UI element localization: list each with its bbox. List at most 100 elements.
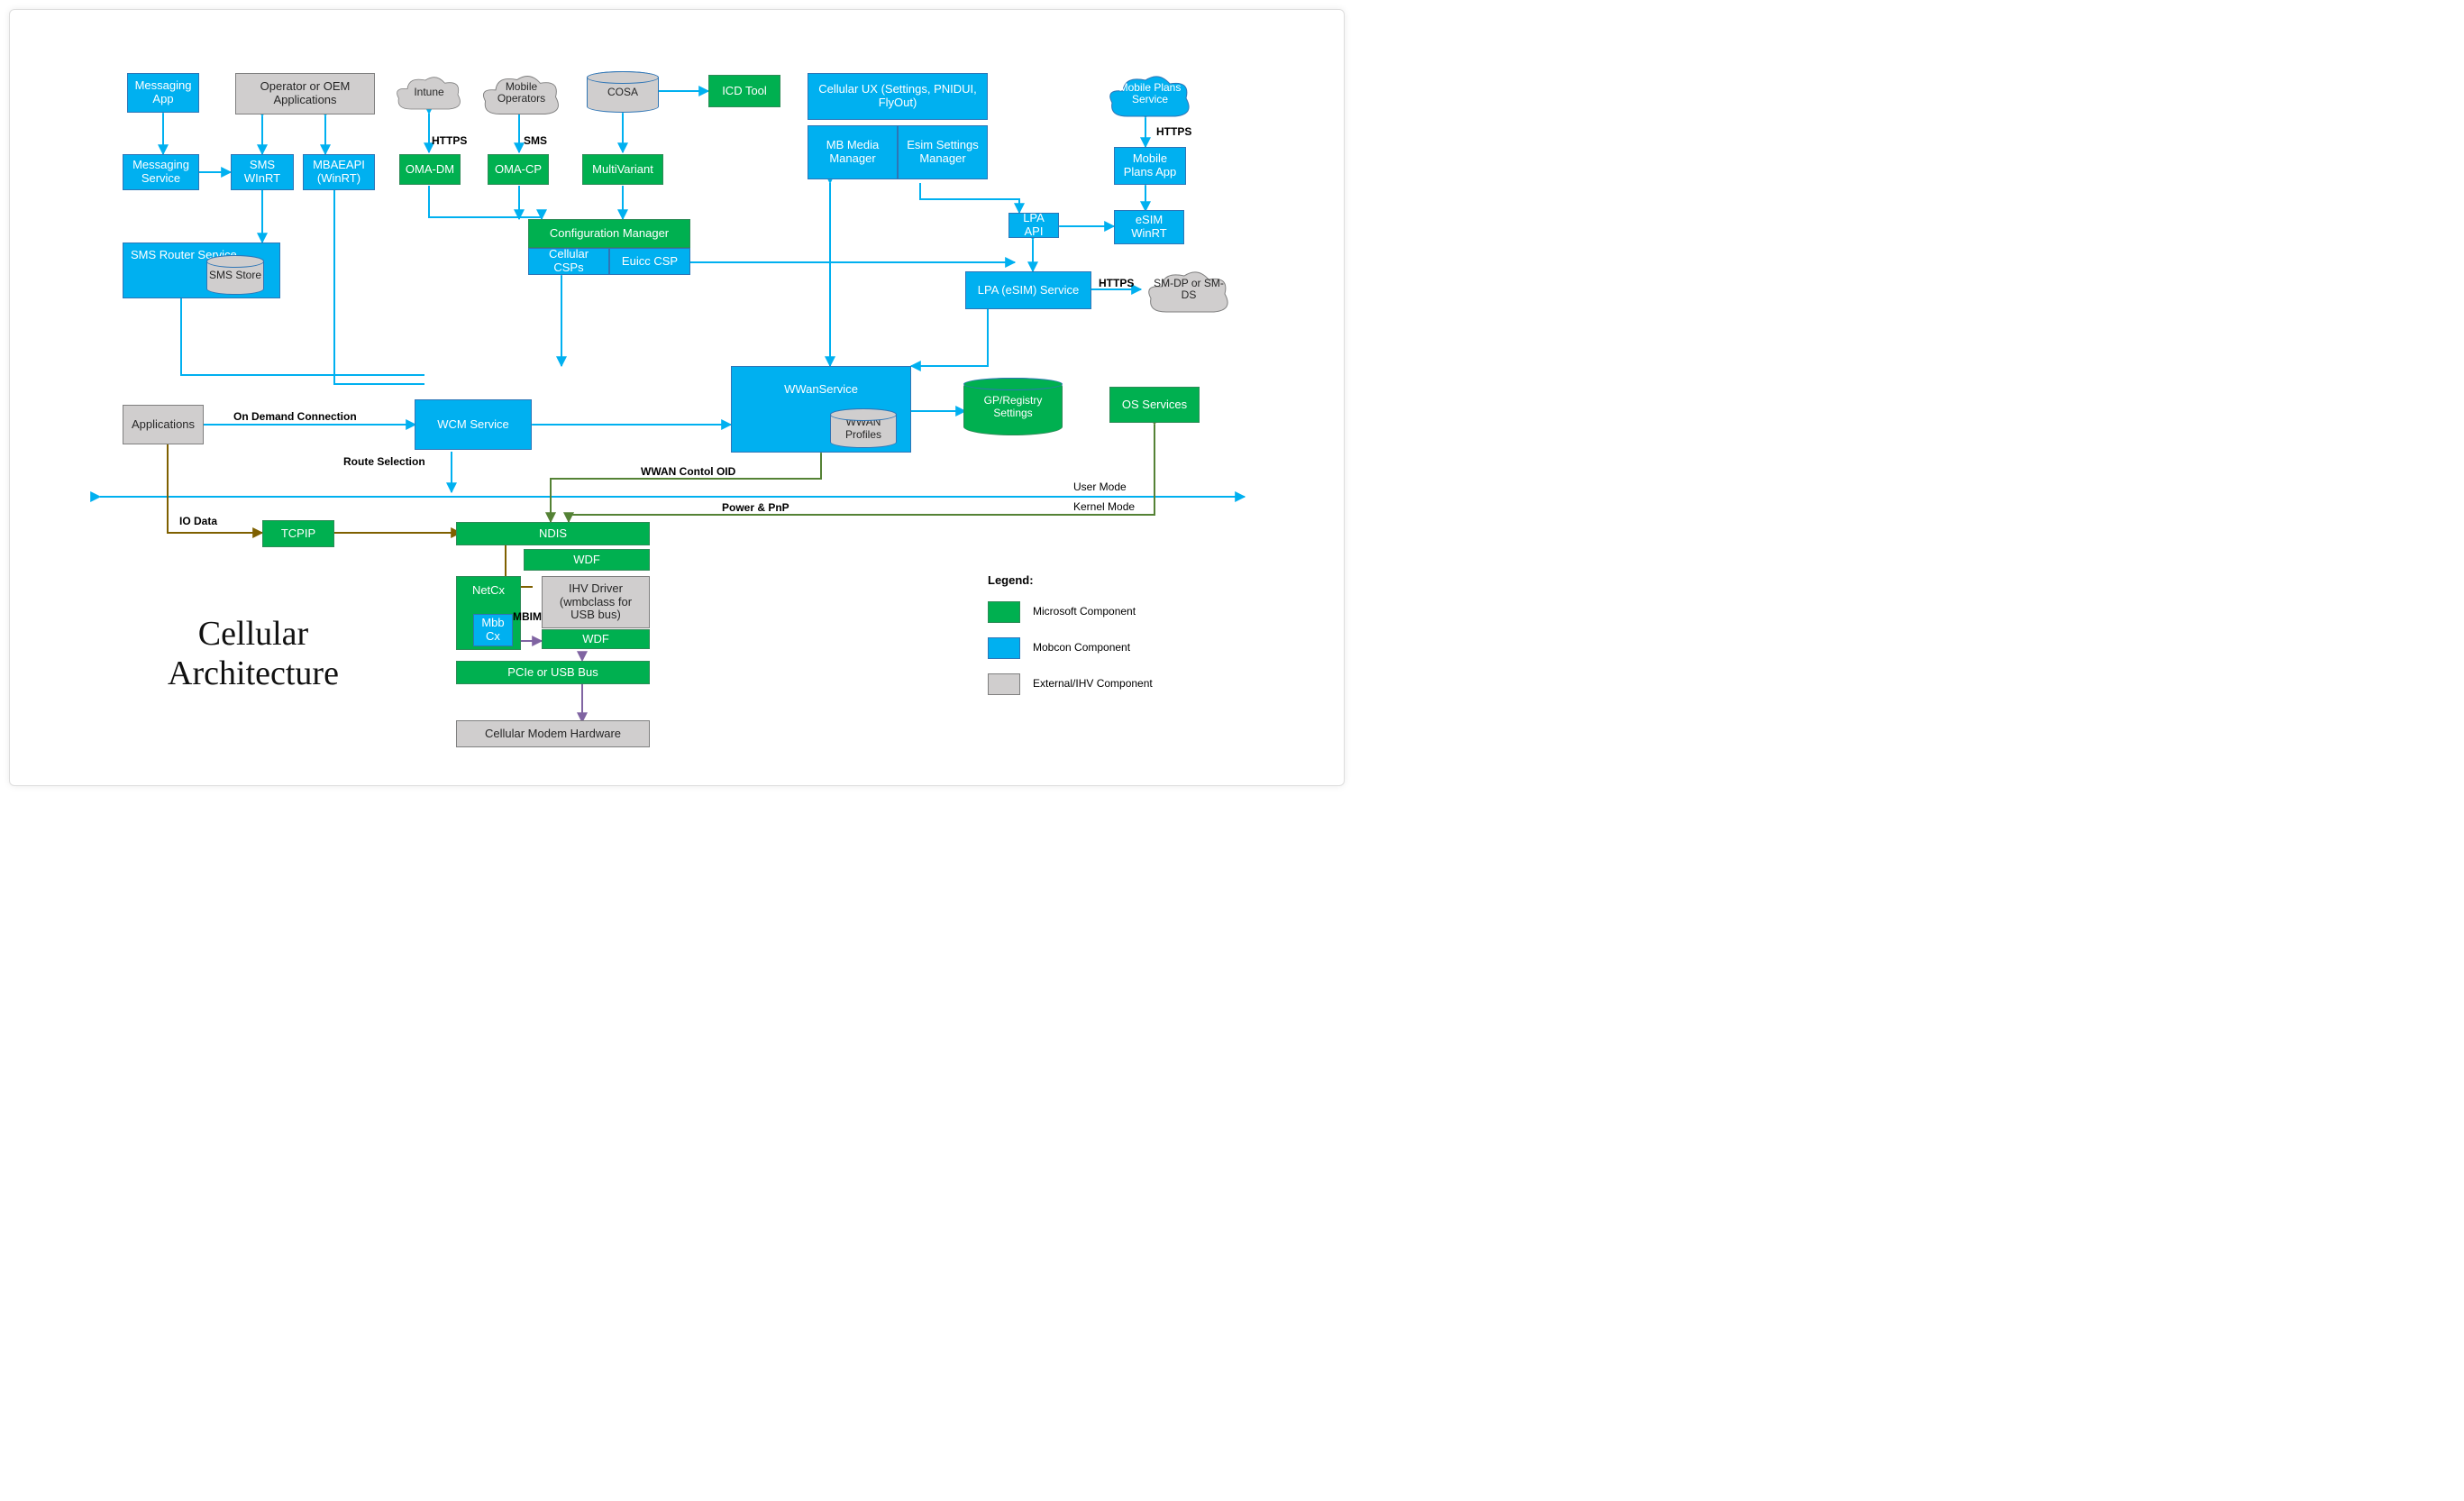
label: ICD Tool bbox=[722, 85, 767, 98]
label: NDIS bbox=[539, 527, 567, 541]
box-cellular-csps: Cellular CSPs bbox=[528, 248, 609, 275]
db-gp-registry: GP/Registry Settings bbox=[963, 378, 1063, 435]
label: Esim Settings Manager bbox=[902, 139, 983, 166]
label: Configuration Manager bbox=[550, 227, 669, 241]
lbl-route-sel: Route Selection bbox=[343, 455, 415, 468]
lbl-wwan-oid: WWAN Contol OID bbox=[641, 465, 735, 478]
label: Messaging App bbox=[132, 79, 195, 106]
box-mobile-plans-app: Mobile Plans App bbox=[1114, 147, 1186, 185]
legend-swatch-mobcon bbox=[988, 637, 1020, 659]
box-wdf1: WDF bbox=[524, 549, 650, 571]
cloud-intune: Intune bbox=[393, 73, 465, 113]
label: OMA-DM bbox=[406, 163, 454, 177]
label: OS Services bbox=[1122, 398, 1187, 412]
lbl-io-data: IO Data bbox=[179, 515, 217, 527]
legend-mobcon: Mobcon Component bbox=[1033, 641, 1130, 654]
box-esim-settings: Esim Settings Manager bbox=[898, 125, 988, 179]
db-wwan-profiles: WWAN Profiles bbox=[830, 408, 897, 448]
label: Intune bbox=[408, 87, 449, 98]
label: WDF bbox=[582, 633, 609, 646]
label: WCM Service bbox=[437, 418, 508, 432]
cloud-smdp: SM-DP or SM-DS bbox=[1144, 267, 1234, 312]
box-ihv-driver: IHV Driver (wmbclass for USB bus) bbox=[542, 576, 650, 628]
label: eSIM WinRT bbox=[1118, 214, 1180, 241]
label: Messaging Service bbox=[127, 159, 195, 186]
box-oma-cp: OMA-CP bbox=[488, 154, 549, 185]
box-wcm: WCM Service bbox=[415, 399, 532, 450]
label: Applications bbox=[132, 418, 195, 432]
legend-ms: Microsoft Component bbox=[1033, 605, 1136, 618]
lbl-kernel-mode: Kernel Mode bbox=[1073, 500, 1135, 513]
label: LPA (eSIM) Service bbox=[978, 284, 1079, 297]
label: Mobile Plans Service bbox=[1105, 82, 1195, 105]
box-messaging-app: Messaging App bbox=[127, 73, 199, 113]
box-applications: Applications bbox=[123, 405, 204, 444]
box-esim-winrt: eSIM WinRT bbox=[1114, 210, 1184, 244]
lbl-https-lpa: HTTPS bbox=[1099, 277, 1134, 289]
box-mbaeapi: MBAEAPI (WinRT) bbox=[303, 154, 375, 190]
box-mb-media: MB Media Manager bbox=[808, 125, 898, 179]
box-cellular-ux: Cellular UX (Settings, PNIDUI, FlyOut) bbox=[808, 73, 988, 120]
label: PCIe or USB Bus bbox=[507, 666, 598, 680]
db-sms-store: SMS Store bbox=[206, 255, 264, 295]
box-oma-dm: OMA-DM bbox=[399, 154, 461, 185]
db-cosa: COSA bbox=[587, 71, 659, 113]
box-lpa-service: LPA (eSIM) Service bbox=[965, 271, 1091, 309]
label: OMA-CP bbox=[495, 163, 542, 177]
diagram-title: Cellular Architecture bbox=[136, 614, 370, 693]
label: Cellular UX (Settings, PNIDUI, FlyOut) bbox=[812, 83, 983, 110]
label: COSA bbox=[607, 86, 638, 98]
label: LPA API bbox=[1013, 212, 1054, 239]
label: IHV Driver (wmbclass for USB bus) bbox=[546, 582, 645, 623]
lbl-sms-operators: SMS bbox=[524, 134, 547, 147]
label: MultiVariant bbox=[592, 163, 653, 177]
label: Mobile Plans App bbox=[1118, 152, 1182, 179]
title-l1: Cellular bbox=[136, 614, 370, 654]
box-config-mgr: Configuration Manager bbox=[528, 219, 690, 248]
box-multivariant: MultiVariant bbox=[582, 154, 663, 185]
box-mbbcx: Mbb Cx bbox=[473, 614, 513, 646]
box-tcpip: TCPIP bbox=[262, 520, 334, 547]
label: MBAEAPI (WinRT) bbox=[307, 159, 370, 186]
cloud-mps: Mobile Plans Service bbox=[1105, 71, 1195, 116]
box-ndis: NDIS bbox=[456, 522, 650, 545]
label: SMS WInRT bbox=[235, 159, 289, 186]
legend-swatch-ms bbox=[988, 601, 1020, 623]
lbl-mbim: MBIM bbox=[513, 610, 542, 623]
box-modem-hw: Cellular Modem Hardware bbox=[456, 720, 650, 747]
label: WWanService bbox=[784, 383, 858, 397]
label: NetCx bbox=[472, 584, 505, 598]
legend-swatch-ext bbox=[988, 673, 1020, 695]
legend-ext: External/IHV Component bbox=[1033, 677, 1153, 690]
box-sms-winrt: SMS WInRT bbox=[231, 154, 294, 190]
label: Mbb Cx bbox=[478, 617, 508, 644]
lbl-https-mps: HTTPS bbox=[1156, 125, 1191, 138]
label: Cellular Modem Hardware bbox=[485, 728, 621, 741]
label: GP/Registry Settings bbox=[964, 394, 1062, 419]
lbl-power-pnp: Power & PnP bbox=[722, 501, 789, 514]
lbl-on-demand: On Demand Connection bbox=[233, 410, 357, 423]
box-euicc-csp: Euicc CSP bbox=[609, 248, 690, 275]
title-l2: Architecture bbox=[136, 654, 370, 693]
label: SM-DP or SM-DS bbox=[1144, 278, 1234, 301]
label: MB Media Manager bbox=[812, 139, 893, 166]
label: Operator or OEM Applications bbox=[240, 80, 370, 107]
legend-title: Legend: bbox=[988, 573, 1034, 587]
box-icd-tool: ICD Tool bbox=[708, 75, 780, 107]
label: Mobile Operators bbox=[479, 81, 564, 105]
box-pcie: PCIe or USB Bus bbox=[456, 661, 650, 684]
lbl-https-intune: HTTPS bbox=[432, 134, 467, 147]
box-messaging-service: Messaging Service bbox=[123, 154, 199, 190]
box-lpa-api: LPA API bbox=[1008, 213, 1059, 238]
label: Euicc CSP bbox=[622, 255, 678, 269]
label: SMS Store bbox=[209, 269, 261, 281]
box-oem-apps: Operator or OEM Applications bbox=[235, 73, 375, 114]
box-os-services: OS Services bbox=[1109, 387, 1200, 423]
label: WWAN Profiles bbox=[831, 416, 896, 441]
label: TCPIP bbox=[281, 527, 315, 541]
cloud-mobile-operators: Mobile Operators bbox=[479, 71, 564, 114]
label: WDF bbox=[573, 554, 600, 567]
label: Cellular CSPs bbox=[533, 248, 605, 275]
lbl-user-mode: User Mode bbox=[1073, 481, 1127, 493]
box-wdf2: WDF bbox=[542, 629, 650, 649]
